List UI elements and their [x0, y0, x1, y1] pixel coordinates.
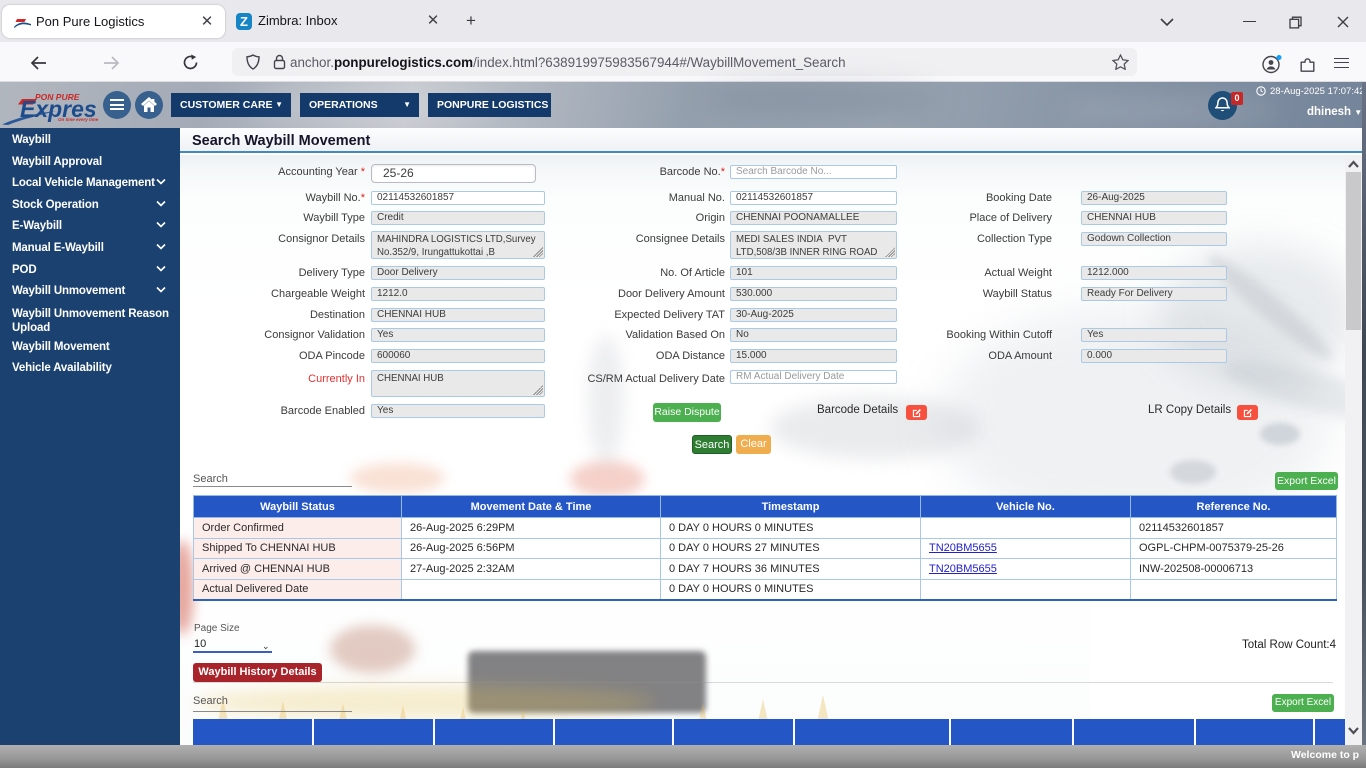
svg-text:On time every time: On time every time [58, 117, 99, 122]
